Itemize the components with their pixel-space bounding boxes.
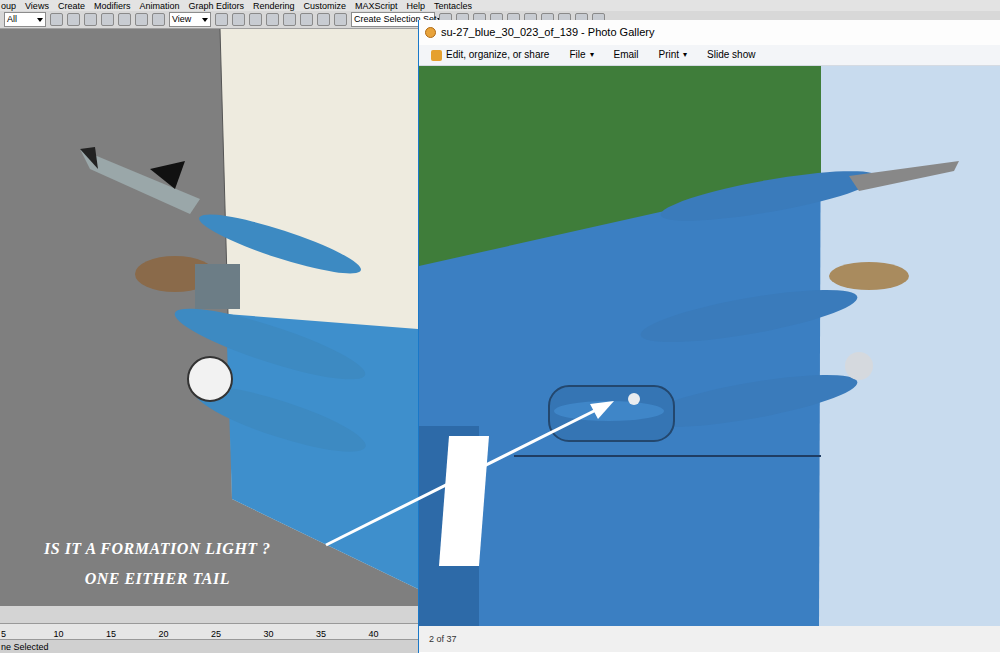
viewport[interactable] xyxy=(0,29,418,606)
manipulate-icon[interactable] xyxy=(232,13,245,26)
gallery-menu-item[interactable]: File▾ xyxy=(569,49,593,61)
angle-snap-icon[interactable] xyxy=(283,13,296,26)
menu-item[interactable]: MAXScript xyxy=(355,1,398,11)
keyboard-icon[interactable] xyxy=(249,13,262,26)
gallery-status-bar: 2 of 37 xyxy=(419,626,1000,652)
menu-item[interactable]: oup xyxy=(1,1,16,11)
gallery-menu-item[interactable]: Slide show xyxy=(707,49,755,61)
snap-icon[interactable] xyxy=(266,13,279,26)
viewport-render xyxy=(0,29,418,606)
menu-item[interactable]: Animation xyxy=(139,1,179,11)
ruler-tick: 5 xyxy=(0,629,53,639)
time-slider[interactable] xyxy=(0,606,418,624)
track-ruler: 510152025303540 xyxy=(0,624,418,640)
select-name-icon[interactable] xyxy=(67,13,80,26)
annotation-line: ONE EITHER TAIL xyxy=(85,570,230,588)
menu-item[interactable]: Modifiers xyxy=(94,1,131,11)
dropdown-arrow-icon xyxy=(37,18,43,22)
annotation-line: IS IT A FORMATION LIGHT ? xyxy=(44,540,271,558)
timeline: 510152025303540ne Selected xyxy=(0,606,418,653)
menu-item[interactable]: Help xyxy=(407,1,426,11)
menu-item[interactable]: Rendering xyxy=(253,1,295,11)
ruler-tick: 15 xyxy=(105,629,158,639)
annotation-arrow xyxy=(0,0,1000,653)
menu-item[interactable]: Create xyxy=(58,1,85,11)
move-icon[interactable] xyxy=(118,13,131,26)
ruler-tick: 20 xyxy=(158,629,211,639)
selection-filter-dropdown[interactable]: All xyxy=(4,12,46,27)
dropdown-arrow-icon xyxy=(202,18,208,22)
annotation: IS IT A FORMATION LIGHT ? ONE EITHER TAIL xyxy=(44,540,271,588)
pivot-icon[interactable] xyxy=(215,13,228,26)
ruler-tick: 40 xyxy=(368,629,421,639)
percent-snap-icon[interactable] xyxy=(300,13,313,26)
photo-gallery-window: su-27_blue_30_023_of_139 - Photo Gallery… xyxy=(418,20,1000,653)
select-icon[interactable] xyxy=(50,13,63,26)
gallery-menu-item[interactable]: Print▾ xyxy=(659,49,688,61)
edit-icon xyxy=(431,50,442,61)
desktop: oup Views Create Modifiers Animation Graph Ed… xyxy=(0,0,1000,653)
menu-item[interactable]: Views xyxy=(25,1,49,11)
ruler-tick: 30 xyxy=(263,629,316,639)
photo-view xyxy=(419,66,1000,626)
ruler-tick: 25 xyxy=(210,629,263,639)
rect-select-icon[interactable] xyxy=(84,13,97,26)
scale-icon[interactable] xyxy=(152,13,165,26)
menu-item[interactable]: Graph Editors xyxy=(188,1,244,11)
ruler-tick: 10 xyxy=(53,629,106,639)
menu-item[interactable]: Tentacles xyxy=(434,1,472,11)
title-bar: su-27_blue_30_023_of_139 - Photo Gallery xyxy=(419,20,1000,45)
gallery-toolbar: Edit, organize, or share File▾ Email Print▾… xyxy=(419,45,1000,66)
status-bar: ne Selected xyxy=(0,640,418,653)
spinner-snap-icon[interactable] xyxy=(317,13,330,26)
window-cross-icon[interactable] xyxy=(101,13,114,26)
aircraft-tail-photo xyxy=(419,66,1000,626)
reference-coord-dropdown[interactable]: View xyxy=(169,12,211,27)
gallery-menu-item[interactable]: Edit, organize, or share xyxy=(431,49,549,61)
gallery-menu-item[interactable]: Email xyxy=(614,49,639,61)
ruler-tick: 35 xyxy=(315,629,368,639)
menu-bar: oup Views Create Modifiers Animation Graph Ed… xyxy=(0,0,1000,11)
app-icon xyxy=(425,27,436,38)
edit-named-icon[interactable] xyxy=(334,13,347,26)
menu-item[interactable]: Customize xyxy=(304,1,347,11)
rotate-icon[interactable] xyxy=(135,13,148,26)
